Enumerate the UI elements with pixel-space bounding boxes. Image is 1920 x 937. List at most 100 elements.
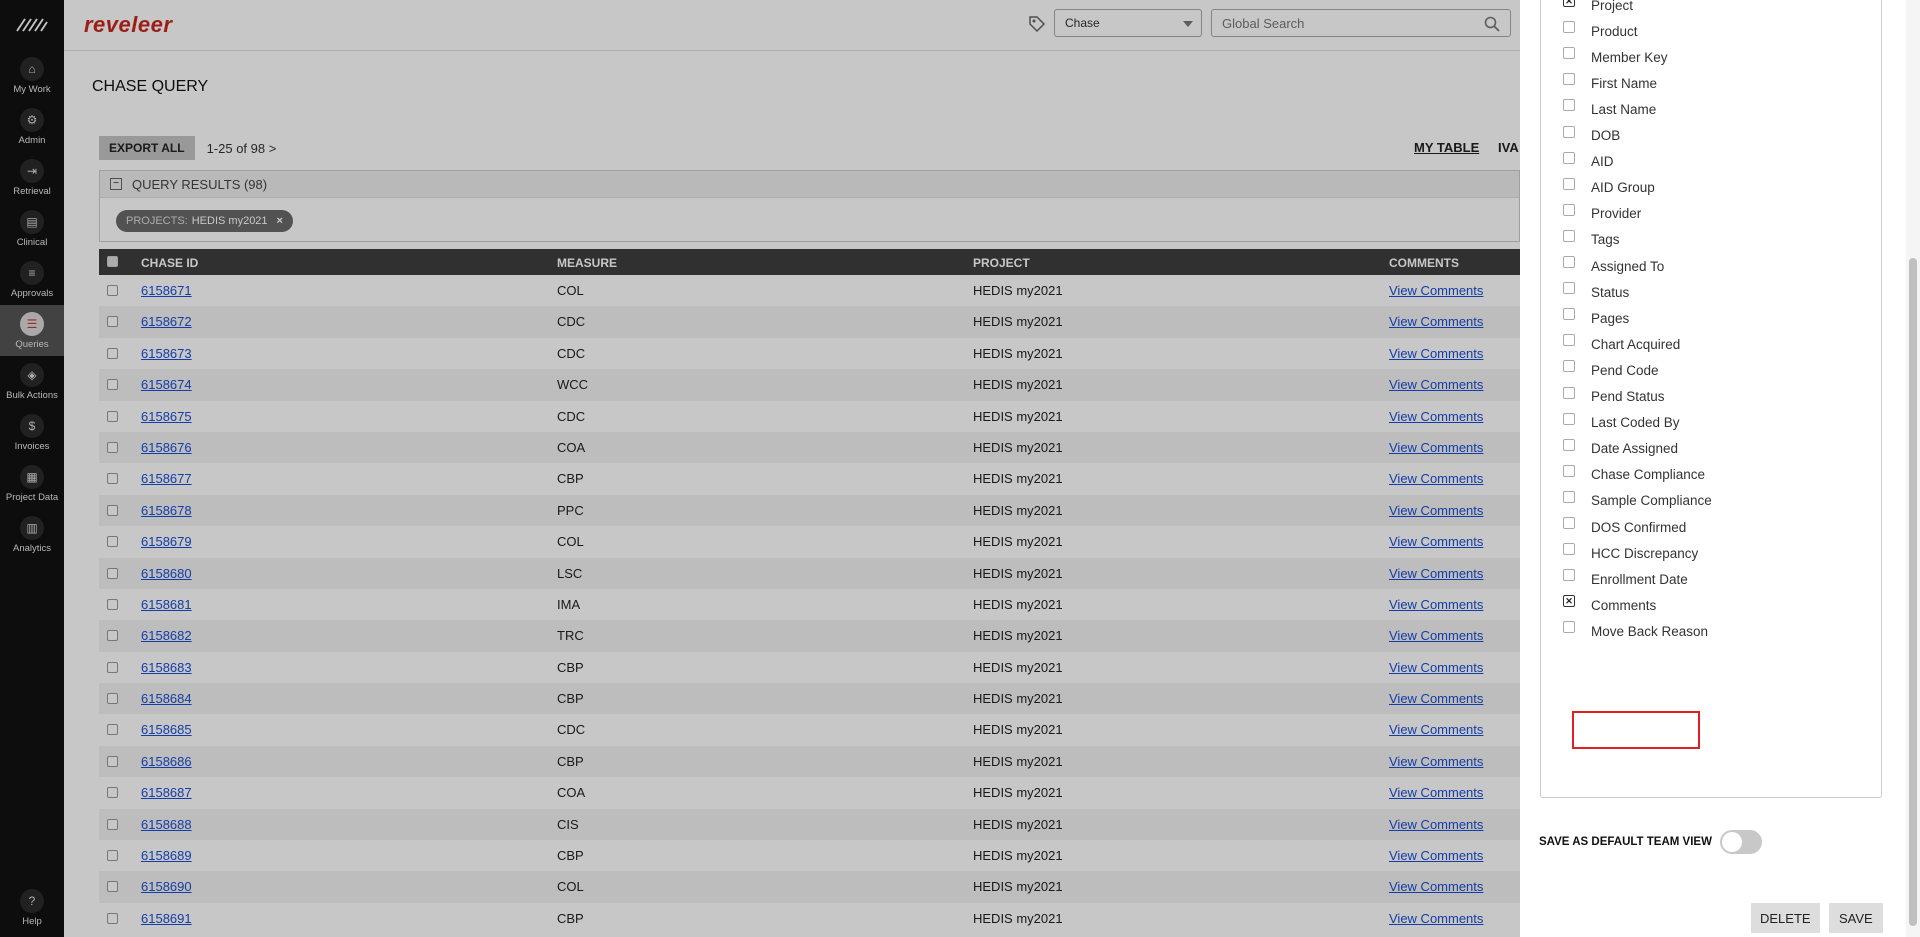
view-comments-link[interactable]: View Comments xyxy=(1389,879,1483,894)
view-comments-link[interactable]: View Comments xyxy=(1389,817,1483,832)
chase-id-link[interactable]: 6158689 xyxy=(141,848,192,863)
chase-id-link[interactable]: 6158672 xyxy=(141,314,192,329)
chase-id-link[interactable]: 6158688 xyxy=(141,817,192,832)
row-checkbox[interactable] xyxy=(107,536,118,548)
view-comments-link[interactable]: View Comments xyxy=(1389,566,1483,581)
column-option[interactable]: ✕ Comments xyxy=(1563,595,1656,615)
nav-item-help[interactable]: ? Help xyxy=(0,882,64,933)
pagination[interactable]: 1-25 of 98 > xyxy=(207,141,277,156)
checkbox-checked[interactable]: ✕ xyxy=(1563,595,1575,608)
nav-item-invoices[interactable]: $ Invoices xyxy=(0,407,64,458)
chase-id-link[interactable]: 6158680 xyxy=(141,566,192,581)
chase-id-link[interactable]: 6158678 xyxy=(141,503,192,518)
entity-type-select[interactable]: Chase xyxy=(1054,9,1202,37)
scrollbar-thumb[interactable] xyxy=(1909,258,1917,926)
row-checkbox[interactable] xyxy=(107,693,118,705)
row-checkbox[interactable] xyxy=(107,818,118,830)
query-results-header[interactable]: − QUERY RESULTS (98) xyxy=(100,171,1519,198)
column-option[interactable]: Pend Status xyxy=(1563,386,1665,407)
row-checkbox[interactable] xyxy=(107,473,118,485)
view-comments-link[interactable]: View Comments xyxy=(1389,346,1483,361)
checkbox[interactable] xyxy=(1563,125,1575,138)
view-comments-link[interactable]: View Comments xyxy=(1389,440,1483,455)
chase-id-link[interactable]: 6158677 xyxy=(141,471,192,486)
my-table-link[interactable]: MY TABLE xyxy=(1414,140,1479,155)
row-checkbox[interactable] xyxy=(107,787,118,799)
view-comments-link[interactable]: View Comments xyxy=(1389,314,1483,329)
view-comments-link[interactable]: View Comments xyxy=(1389,503,1483,518)
nav-item-clinical[interactable]: ▤ Clinical xyxy=(0,203,64,254)
view-comments-link[interactable]: View Comments xyxy=(1389,754,1483,769)
column-option[interactable]: Enrollment Date xyxy=(1563,569,1688,589)
nav-item-approvals[interactable]: ≡ Approvals xyxy=(0,254,64,305)
column-header-comments[interactable]: COMMENTS xyxy=(1389,256,1459,270)
row-checkbox[interactable] xyxy=(107,316,118,328)
view-comments-link[interactable]: View Comments xyxy=(1389,691,1483,706)
column-header-measure[interactable]: MEASURE xyxy=(557,256,617,270)
nav-item-project-data[interactable]: ▦ Project Data xyxy=(0,458,64,509)
view-comments-link[interactable]: View Comments xyxy=(1389,534,1483,549)
app-logo-icon[interactable] xyxy=(0,0,64,50)
row-checkbox[interactable] xyxy=(107,504,118,516)
column-option[interactable]: AID Group xyxy=(1563,177,1655,198)
chase-id-link[interactable]: 6158681 xyxy=(141,597,192,612)
iva-link[interactable]: IVA xyxy=(1498,140,1519,155)
checkbox[interactable] xyxy=(1563,438,1575,451)
column-option[interactable]: Chase Compliance xyxy=(1563,464,1705,485)
row-checkbox[interactable] xyxy=(107,410,118,422)
checkbox[interactable] xyxy=(1563,621,1575,634)
checkbox[interactable] xyxy=(1563,386,1575,399)
row-checkbox[interactable] xyxy=(107,881,118,893)
checkbox[interactable] xyxy=(1563,569,1575,582)
nav-item-bulk-actions[interactable]: ◈ Bulk Actions xyxy=(0,356,64,407)
collapse-icon[interactable]: − xyxy=(110,178,122,190)
filter-chip[interactable]: PROJECTS: HEDIS my2021 × xyxy=(116,210,293,232)
checkbox[interactable] xyxy=(1563,21,1575,34)
column-header-chase-id[interactable]: CHASE ID xyxy=(141,256,198,270)
global-search-input[interactable]: Global Search xyxy=(1211,9,1511,37)
row-checkbox[interactable] xyxy=(107,630,118,642)
nav-item-queries[interactable]: ☰ Queries xyxy=(0,305,64,356)
checkbox-checked[interactable]: ✕ xyxy=(1563,0,1575,7)
nav-item-my-work[interactable]: ⌂ My Work xyxy=(0,50,64,101)
checkbox[interactable] xyxy=(1563,464,1575,477)
nav-item-analytics[interactable]: ▥ Analytics xyxy=(0,509,64,560)
checkbox[interactable] xyxy=(1563,490,1575,503)
view-comments-link[interactable]: View Comments xyxy=(1389,785,1483,800)
row-checkbox[interactable] xyxy=(107,285,118,296)
view-comments-link[interactable]: View Comments xyxy=(1389,628,1483,643)
view-comments-link[interactable]: View Comments xyxy=(1389,409,1483,424)
checkbox[interactable] xyxy=(1563,99,1575,112)
nav-item-retrieval[interactable]: ⇥ Retrieval xyxy=(0,152,64,203)
checkbox[interactable] xyxy=(1563,177,1575,190)
checkbox[interactable] xyxy=(1563,203,1575,216)
save-button[interactable]: SAVE xyxy=(1829,903,1883,933)
column-option[interactable]: Sample Compliance xyxy=(1563,490,1712,511)
row-checkbox[interactable] xyxy=(107,441,118,453)
column-option[interactable]: Provider xyxy=(1563,203,1641,224)
chase-id-link[interactable]: 6158675 xyxy=(141,409,192,424)
column-option[interactable]: Pages xyxy=(1563,308,1629,328)
row-checkbox[interactable] xyxy=(107,912,118,924)
row-checkbox[interactable] xyxy=(107,850,118,862)
column-option[interactable]: Status xyxy=(1563,282,1629,302)
column-option[interactable]: Pend Code xyxy=(1563,360,1659,380)
panel-scrollbar[interactable] xyxy=(1906,0,1920,937)
column-option[interactable]: DOB xyxy=(1563,125,1620,146)
column-option[interactable]: DOS Confirmed xyxy=(1563,517,1686,537)
select-all-checkbox[interactable] xyxy=(107,256,118,267)
checkbox[interactable] xyxy=(1563,517,1575,529)
view-comments-link[interactable]: View Comments xyxy=(1389,848,1483,863)
column-option[interactable]: Last Name xyxy=(1563,99,1656,119)
chase-id-link[interactable]: 6158679 xyxy=(141,534,192,549)
checkbox[interactable] xyxy=(1563,151,1575,164)
chase-id-link[interactable]: 6158683 xyxy=(141,660,192,675)
view-comments-link[interactable]: View Comments xyxy=(1389,471,1483,486)
checkbox[interactable] xyxy=(1563,73,1575,86)
chase-id-link[interactable]: 6158682 xyxy=(141,628,192,643)
view-comments-link[interactable]: View Comments xyxy=(1389,377,1483,392)
chase-id-link[interactable]: 6158674 xyxy=(141,377,192,392)
checkbox[interactable] xyxy=(1563,412,1575,425)
chase-id-link[interactable]: 6158690 xyxy=(141,879,192,894)
column-option[interactable]: HCC Discrepancy xyxy=(1563,543,1698,563)
